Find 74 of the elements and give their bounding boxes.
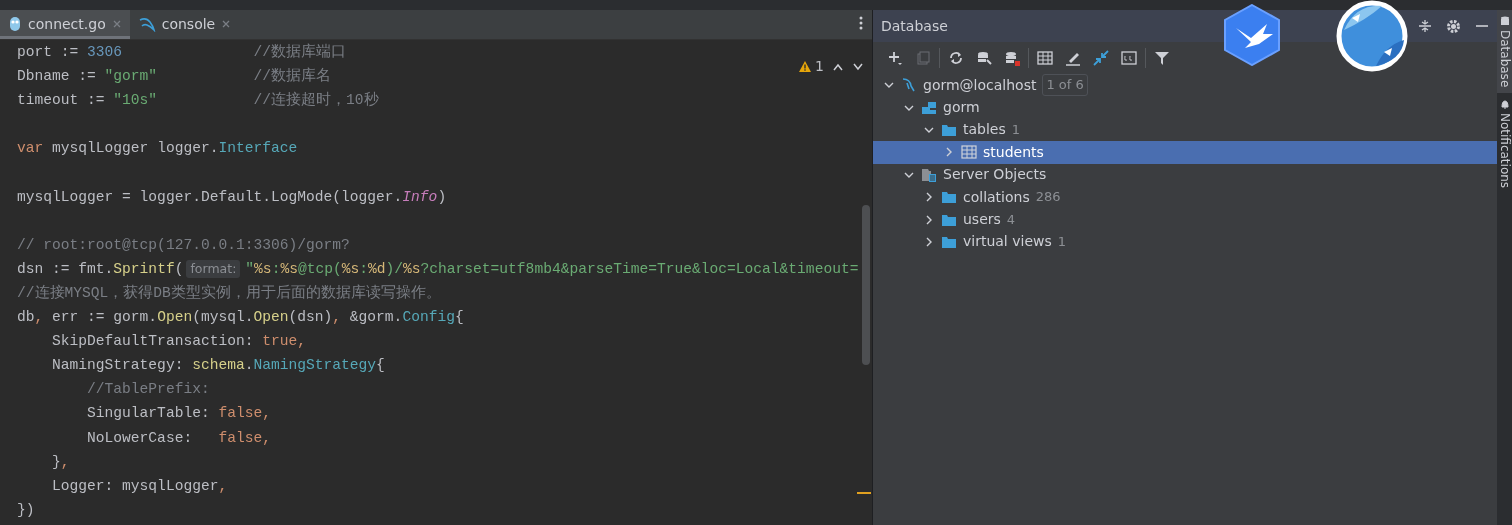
console-icon[interactable] — [1121, 50, 1137, 66]
tree-row[interactable]: Server Objects — [873, 163, 1497, 186]
warning-icon[interactable] — [798, 60, 813, 73]
bird-icon[interactable] — [1223, 4, 1281, 66]
code-text: NoLowerCase: false, — [86, 428, 271, 447]
tree-row[interactable]: virtual views 1 — [873, 230, 1497, 254]
code-text: var mysqlLogger logger.Interface — [17, 139, 298, 158]
warning-count[interactable]: 1 — [815, 56, 824, 77]
code-text: db, err := gorm.Open(mysql.Open(dsn), &gorm.Config{ — [17, 308, 464, 327]
filter-icon[interactable] — [1154, 50, 1170, 66]
tree-row[interactable]: gorm — [873, 96, 1497, 119]
code-text: Logger: mysqlLogger, — [51, 476, 228, 495]
tree-row[interactable]: users 4 — [873, 208, 1497, 231]
close-icon[interactable] — [221, 19, 232, 29]
code-text: SkipDefaultTransaction: true, — [51, 332, 306, 351]
jump-icon[interactable] — [1093, 50, 1109, 66]
schema-icon — [921, 99, 937, 116]
code-text: dsn := fmt.Sprintf( — [17, 259, 184, 278]
side-tab[interactable]: Database — [1497, 10, 1512, 94]
chevron-down-icon[interactable] — [852, 62, 864, 71]
side-tab[interactable]: Notifications — [1497, 93, 1512, 195]
code-text: //连接MYSQL，获得DB类型实例，用于后面的数据库读写操作。 — [17, 284, 441, 302]
item-count: 4 — [1006, 210, 1016, 229]
code-text: SingularTable: false, — [86, 404, 271, 423]
source-count: 1 of 6 — [1042, 74, 1088, 96]
code-text: //TablePrefix: — [86, 380, 210, 399]
node-label: collations — [963, 187, 1030, 207]
server-objects-icon — [921, 166, 937, 183]
data-source-icon — [901, 77, 917, 94]
code-text: }) — [17, 500, 35, 519]
settings-icon[interactable] — [1446, 18, 1461, 34]
item-count: 1 — [1057, 233, 1067, 252]
code-text: }, — [51, 452, 70, 471]
node-label: gorm@localhost — [923, 75, 1037, 95]
node-label: gorm — [943, 98, 980, 118]
warning-marker[interactable] — [857, 492, 871, 494]
chevron-up-icon[interactable] — [832, 62, 844, 71]
code-text: port := 3306 //数据库端口 — [17, 43, 346, 62]
tree-row[interactable]: gorm@localhost 1 of 6 — [873, 74, 1497, 97]
node-label: students — [983, 142, 1044, 162]
node-label: Server Objects — [943, 165, 1047, 185]
table-icon — [961, 144, 977, 161]
editor-tab[interactable]: connect.go — [0, 10, 130, 39]
tree-row[interactable]: tables 1 — [873, 118, 1497, 142]
code-text: NamingStrategy: schema.NamingStrategy{ — [51, 356, 385, 375]
edit-icon[interactable] — [1065, 50, 1081, 66]
dolphin-icon — [137, 16, 156, 32]
refresh-icon[interactable] — [948, 50, 964, 66]
panel-title: Database — [881, 16, 948, 36]
collapse-icon[interactable] — [1418, 19, 1432, 33]
node-label: tables — [963, 120, 1006, 140]
add-icon[interactable] — [887, 50, 903, 66]
item-count: 286 — [1035, 188, 1061, 207]
database-wrench-icon[interactable] — [976, 50, 992, 66]
code-text: Dbname := "gorm" //数据库名 — [17, 67, 331, 86]
code-text: // root:root@tcp(127.0.0.1:3306)/gorm? — [17, 235, 350, 254]
node-label: users — [963, 210, 1001, 230]
tree-row[interactable]: students — [873, 141, 1497, 164]
node-label: virtual views — [963, 232, 1052, 252]
item-count: 1 — [1011, 121, 1021, 140]
more-icon[interactable] — [858, 15, 864, 31]
tree-row[interactable]: collations 286 — [873, 185, 1497, 209]
code-text: timeout := "10s" //连接超时，10秒 — [17, 91, 379, 110]
gopher-icon — [8, 16, 22, 32]
parameter-hint: format: — [186, 259, 241, 278]
code-text: "%s:%s@tcp(%s:%d)/%s?charset=utf8mb4&parseTime=True&loc=Local&timeout= — [245, 259, 859, 278]
database-stop-icon[interactable] — [1004, 50, 1020, 66]
editor-tab[interactable]: console — [129, 10, 240, 39]
table-icon[interactable] — [1037, 50, 1053, 66]
bell-icon — [1499, 99, 1510, 110]
code-text: mysqlLogger = logger.Default.LogMode(logger.Info) — [17, 187, 447, 206]
scrollbar-thumb[interactable] — [862, 205, 870, 365]
folder-icon — [941, 189, 957, 206]
database-icon — [1499, 16, 1510, 26]
